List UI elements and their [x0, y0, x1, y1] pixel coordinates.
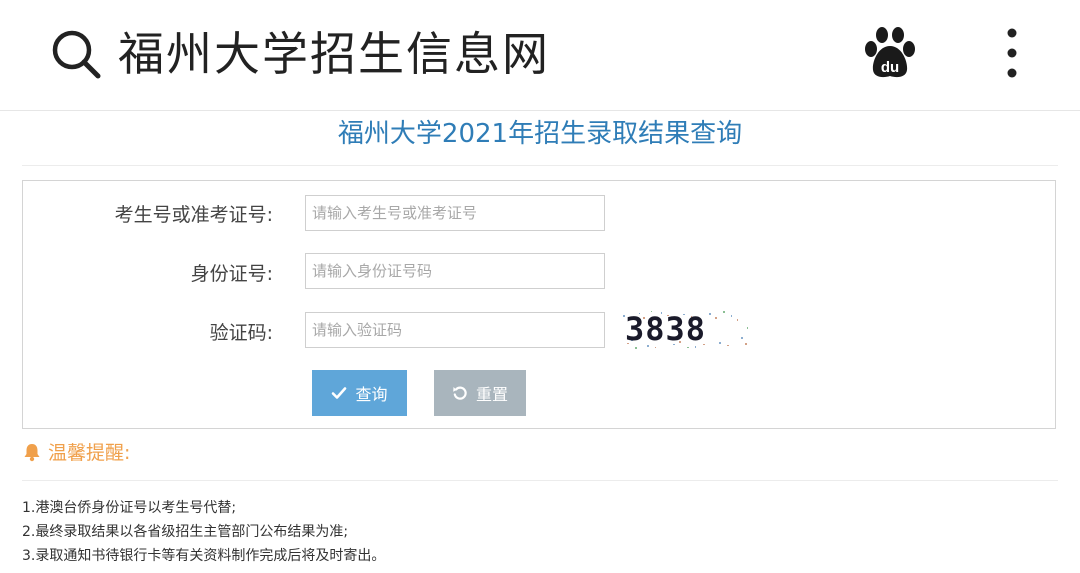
query-button[interactable]: 查询 — [312, 370, 407, 416]
tip-item: 2.最终录取结果以各省级招生主管部门公布结果为准; — [22, 524, 349, 540]
top-bar: 福州大学招生信息网 du — [0, 0, 1080, 111]
checkmark-icon — [332, 387, 347, 399]
reset-button[interactable]: 重置 — [434, 370, 526, 416]
tips-title: 温馨提醒: — [48, 442, 131, 464]
bell-icon — [24, 443, 40, 461]
baidu-du-text: du — [881, 59, 899, 76]
captcha-image[interactable]: 3838 — [621, 309, 751, 351]
tips-list: 1.港澳台侨身份证号以考生号代替; 2.最终录取结果以各省级招生主管部门公布结果… — [22, 496, 385, 568]
app-title: 福州大学招生信息网 — [118, 27, 550, 81]
exam-number-label: 考生号或准考证号: — [114, 204, 273, 226]
query-button-label: 查询 — [355, 385, 388, 404]
search-icon[interactable] — [50, 28, 102, 80]
undo-icon — [453, 386, 467, 400]
more-vertical-icon[interactable] — [998, 26, 1026, 80]
tips-header: 温馨提醒: — [22, 438, 130, 465]
heading-divider — [22, 165, 1058, 166]
baidu-paw-icon[interactable]: du — [864, 26, 916, 80]
captcha-text: 3838 — [625, 310, 706, 348]
id-number-label: 身份证号: — [190, 263, 273, 285]
tips-divider — [22, 480, 1058, 481]
reset-button-label: 重置 — [475, 385, 508, 404]
query-form: 考生号或准考证号: 身份证号: 验证码: 3838 查询 — [22, 180, 1056, 429]
captcha-label: 验证码: — [209, 322, 273, 344]
id-number-input[interactable] — [305, 253, 605, 289]
exam-number-input[interactable] — [305, 195, 605, 231]
tip-item: 1.港澳台侨身份证号以考生号代替; — [22, 500, 237, 516]
captcha-input[interactable] — [305, 312, 605, 348]
page-heading: 福州大学2021年招生录取结果查询 — [337, 119, 743, 149]
tip-item: 3.录取通知书待银行卡等有关资料制作完成后将及时寄出。 — [22, 548, 386, 564]
